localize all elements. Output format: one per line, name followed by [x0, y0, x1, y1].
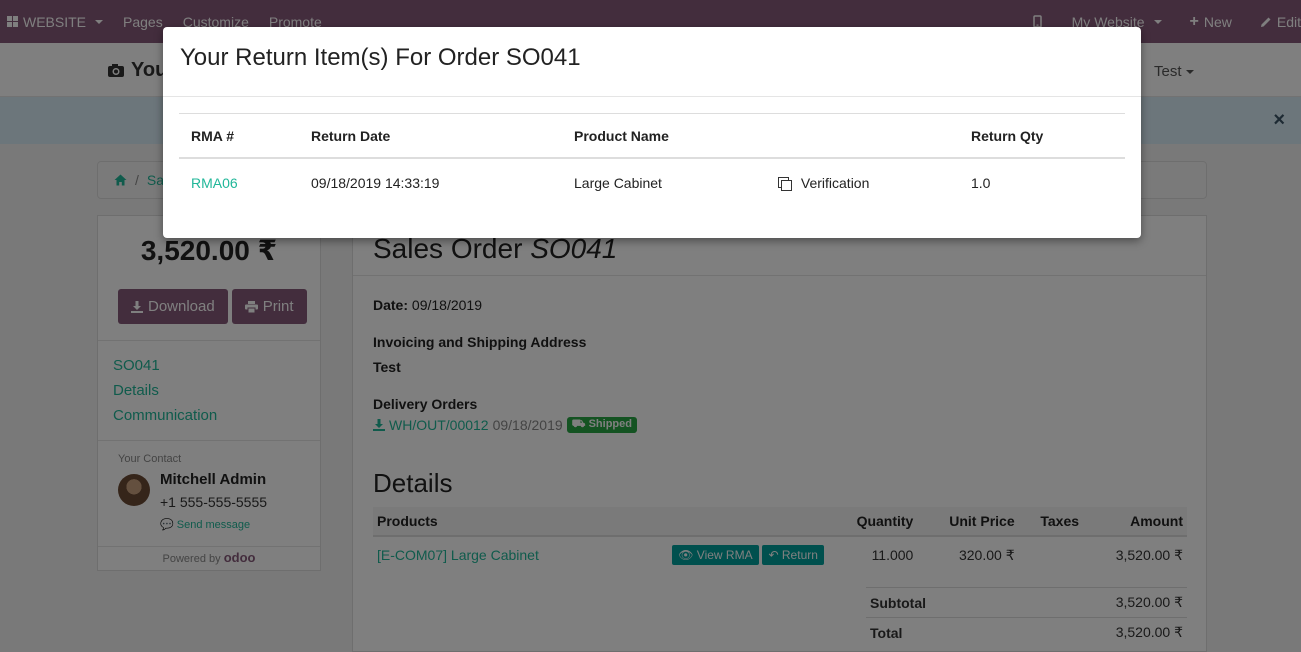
column-header-return-date: Return Date — [299, 113, 562, 159]
column-header-return-qty: Return Qty — [959, 113, 1125, 159]
column-header-product-name: Product Name — [562, 113, 766, 159]
rma-status-label: Verification — [800, 175, 870, 191]
rma-link[interactable]: RMA06 — [179, 158, 299, 199]
product-name: Large Cabinet — [574, 175, 662, 191]
return-items-modal: Your Return Item(s) For Order SO041 RMA … — [163, 27, 1141, 238]
return-date: 09/18/2019 14:33:19 — [311, 175, 440, 191]
copy-icon — [778, 177, 792, 191]
modal-title: Your Return Item(s) For Order SO041 — [180, 44, 581, 71]
divider — [163, 96, 1141, 97]
rma-status: Verification — [766, 158, 959, 199]
return-qty: 1.0 — [971, 175, 991, 191]
table-row: RMA06 09/18/2019 14:33:19 Large Cabinet … — [179, 158, 1125, 199]
return-items-table: RMA # Return Date Product Name Return Qt… — [179, 113, 1125, 199]
column-header-rma: RMA # — [179, 113, 299, 159]
